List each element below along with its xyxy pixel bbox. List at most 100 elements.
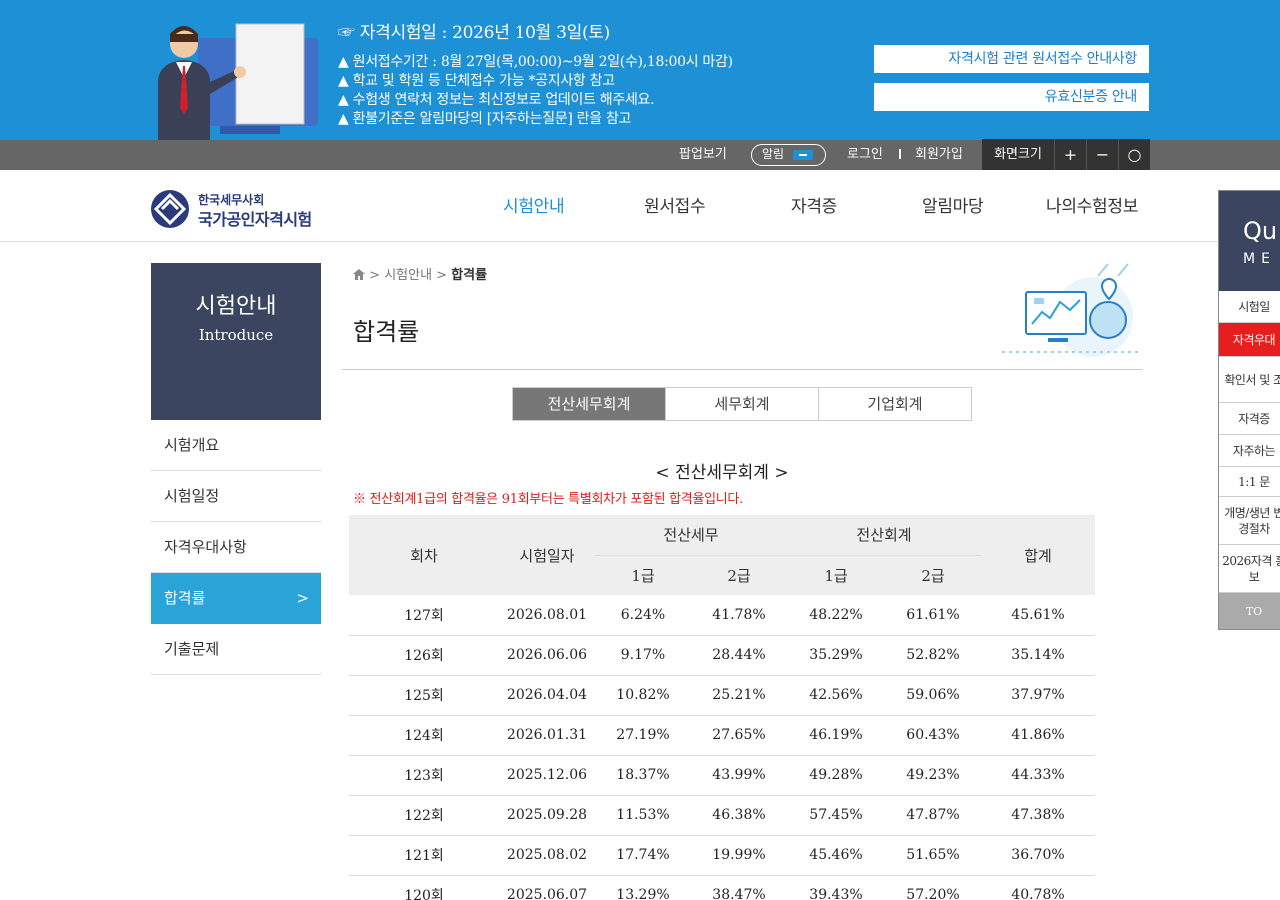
header-grade: 2급 bbox=[885, 555, 981, 595]
table-cell: 40.78% bbox=[981, 875, 1095, 900]
sidebar-item-label: 자격우대사항 bbox=[164, 538, 247, 556]
table-cell: 122회 bbox=[349, 795, 499, 836]
table-cell: 127회 bbox=[349, 595, 499, 636]
page-title: 합격률 bbox=[353, 318, 420, 346]
quick-item-certificate-check[interactable]: 확인서 및 조 bbox=[1219, 357, 1280, 403]
zoom-in-button[interactable]: + bbox=[1054, 139, 1086, 170]
table-row: 127회 2026.08.01 6.24% 41.78% 48.22% 61.61% 45.… bbox=[349, 595, 1095, 636]
presenter-illustration bbox=[158, 23, 318, 140]
home-icon[interactable] bbox=[353, 269, 365, 280]
toggle-switch-icon bbox=[793, 150, 813, 160]
sidebar-item-pass-rate[interactable]: 합격률 > bbox=[151, 573, 321, 624]
quick-item-inquiry[interactable]: 1:1 문 bbox=[1219, 467, 1280, 497]
table-cell: 27.65% bbox=[691, 715, 787, 756]
nav-application[interactable]: 원서접수 bbox=[644, 192, 706, 217]
table-cell: 35.14% bbox=[981, 635, 1095, 676]
zoom-reset-button[interactable]: ○ bbox=[1118, 139, 1150, 170]
table-cell: 41.86% bbox=[981, 715, 1095, 756]
table-row: 124회 2026.01.31 27.19% 27.65% 46.19% 60.43% 41… bbox=[349, 715, 1095, 756]
table-cell: 121회 bbox=[349, 835, 499, 876]
quick-item-certificate[interactable]: 자격증 bbox=[1219, 403, 1280, 435]
table-cell: 6.24% bbox=[595, 595, 691, 636]
site-logo[interactable]: 한국세무사회 국가공인자격시험 bbox=[150, 189, 335, 229]
quick-menu-header: Qu ME bbox=[1219, 191, 1280, 291]
breadcrumb-sep: > bbox=[369, 268, 381, 283]
table-cell: 49.28% bbox=[787, 755, 885, 796]
nav-notice[interactable]: 알림마당 bbox=[922, 192, 984, 217]
table-cell: 42.56% bbox=[787, 675, 885, 716]
table-cell: 2025.12.06 bbox=[499, 755, 595, 796]
nav-my-exam[interactable]: 나의수험정보 bbox=[1046, 192, 1138, 217]
table-cell: 45.46% bbox=[787, 835, 885, 876]
table-cell: 13.29% bbox=[595, 875, 691, 900]
valid-id-guide-button[interactable]: 유효신분증 안내 bbox=[874, 83, 1149, 111]
table-cell: 10.82% bbox=[595, 675, 691, 716]
table-cell: 120회 bbox=[349, 875, 499, 900]
header-group-computer-tax: 전산세무 bbox=[595, 515, 787, 556]
table-cell: 2026.04.04 bbox=[499, 675, 595, 716]
tab-corporate-accounting[interactable]: 기업회계 bbox=[818, 388, 971, 420]
quick-item-benefits[interactable]: 자격우대 bbox=[1219, 323, 1280, 357]
quick-item-exam-date[interactable]: 시험일 bbox=[1219, 291, 1280, 323]
table-cell: 28.44% bbox=[691, 635, 787, 676]
login-link[interactable]: 로그인 bbox=[847, 140, 883, 170]
application-guide-button[interactable]: 자격시험 관련 원서접수 안내사항 bbox=[874, 45, 1149, 73]
table-cell: 41.78% bbox=[691, 595, 787, 636]
sidebar-subtitle: Introduce bbox=[198, 326, 274, 344]
sidebar-item-benefits[interactable]: 자격우대사항 bbox=[151, 522, 321, 573]
signup-link[interactable]: 회원가입 bbox=[915, 140, 963, 170]
logo-title: 국가공인자격시험 bbox=[198, 210, 312, 229]
table-cell: 43.99% bbox=[691, 755, 787, 796]
quick-menu-title: Qu bbox=[1243, 217, 1278, 245]
table-cell: 25.21% bbox=[691, 675, 787, 716]
alarm-toggle[interactable]: 알림 bbox=[751, 144, 826, 166]
table-cell: 44.33% bbox=[981, 755, 1095, 796]
sidebar-item-label: 시험개요 bbox=[164, 436, 220, 454]
site-header: 한국세무사회 국가공인자격시험 시험안내 원서접수 자격증 알림마당 나의수험정… bbox=[0, 170, 1280, 242]
header-date: 시험일자 bbox=[499, 515, 595, 595]
breadcrumb: > 시험안내 > 합격률 bbox=[353, 264, 487, 283]
table-cell: 11.53% bbox=[595, 795, 691, 836]
nav-certificate[interactable]: 자격증 bbox=[791, 192, 837, 217]
table-cell: 38.47% bbox=[691, 875, 787, 900]
dashboard-illustration bbox=[1002, 263, 1138, 357]
table-row: 125회 2026.04.04 10.82% 25.21% 42.56% 59.06% 37… bbox=[349, 675, 1095, 716]
category-tabs: 전산세무회계 세무회계 기업회계 bbox=[512, 387, 972, 421]
breadcrumb-parent[interactable]: 시험안내 bbox=[384, 268, 432, 283]
quick-item-name-change[interactable]: 개명/생년 변경절차 bbox=[1219, 497, 1280, 545]
table-cell: 61.61% bbox=[885, 595, 981, 636]
banner-line: ▲ 학교 및 학원 등 단체접수 가능 *공지사항 참고 bbox=[338, 73, 615, 89]
table-cell: 57.45% bbox=[787, 795, 885, 836]
table-cell: 2025.08.02 bbox=[499, 835, 595, 876]
zoom-out-button[interactable]: − bbox=[1086, 139, 1118, 170]
quick-menu: Qu ME 시험일 자격우대 확인서 및 조 자격증 자주하는 1:1 문 개명… bbox=[1218, 190, 1280, 630]
sidebar-item-past-exams[interactable]: 기출문제 bbox=[151, 624, 321, 675]
tab-computer-tax-accounting[interactable]: 전산세무회계 bbox=[513, 388, 665, 420]
table-cell: 51.65% bbox=[885, 835, 981, 876]
header-grade: 1급 bbox=[595, 555, 691, 595]
sidebar-item-schedule[interactable]: 시험일정 bbox=[151, 471, 321, 522]
quick-item-faq[interactable]: 자주하는 bbox=[1219, 435, 1280, 467]
exam-date-title: ☞ 자격시험일 : 2026년 10월 3일(토) bbox=[338, 23, 610, 43]
sidebar-item-label: 합격률 bbox=[164, 589, 206, 607]
sidebar-item-overview[interactable]: 시험개요 bbox=[151, 420, 321, 471]
logo-emblem-icon bbox=[151, 190, 189, 228]
nav-exam-info[interactable]: 시험안내 bbox=[503, 192, 565, 217]
tab-tax-accounting[interactable]: 세무회계 bbox=[665, 388, 818, 420]
sidebar-header: 시험안내 Introduce bbox=[151, 263, 321, 420]
quick-item-promo[interactable]: 2026자격 홍보 bbox=[1219, 545, 1280, 593]
table-row: 123회 2025.12.06 18.37% 43.99% 49.28% 49.23% 44… bbox=[349, 755, 1095, 796]
pass-rate-table: 회차 시험일자 전산세무 전산회계 합계 1급 2급 1급 2급 127회 202… bbox=[349, 515, 1095, 900]
scroll-top-button[interactable]: TO bbox=[1219, 593, 1280, 629]
popup-view-link[interactable]: 팝업보기 bbox=[679, 140, 727, 170]
divider bbox=[899, 149, 901, 159]
sidebar-title: 시험안내 bbox=[195, 294, 277, 319]
header-grade: 1급 bbox=[787, 555, 885, 595]
table-cell: 36.70% bbox=[981, 835, 1095, 876]
table-cell: 19.99% bbox=[691, 835, 787, 876]
table-cell: 60.43% bbox=[885, 715, 981, 756]
sidebar-item-label: 기출문제 bbox=[164, 640, 220, 658]
table-cell: 2026.08.01 bbox=[499, 595, 595, 636]
screen-size-label: 화면크기 bbox=[982, 139, 1054, 170]
table-cell: 47.87% bbox=[885, 795, 981, 836]
